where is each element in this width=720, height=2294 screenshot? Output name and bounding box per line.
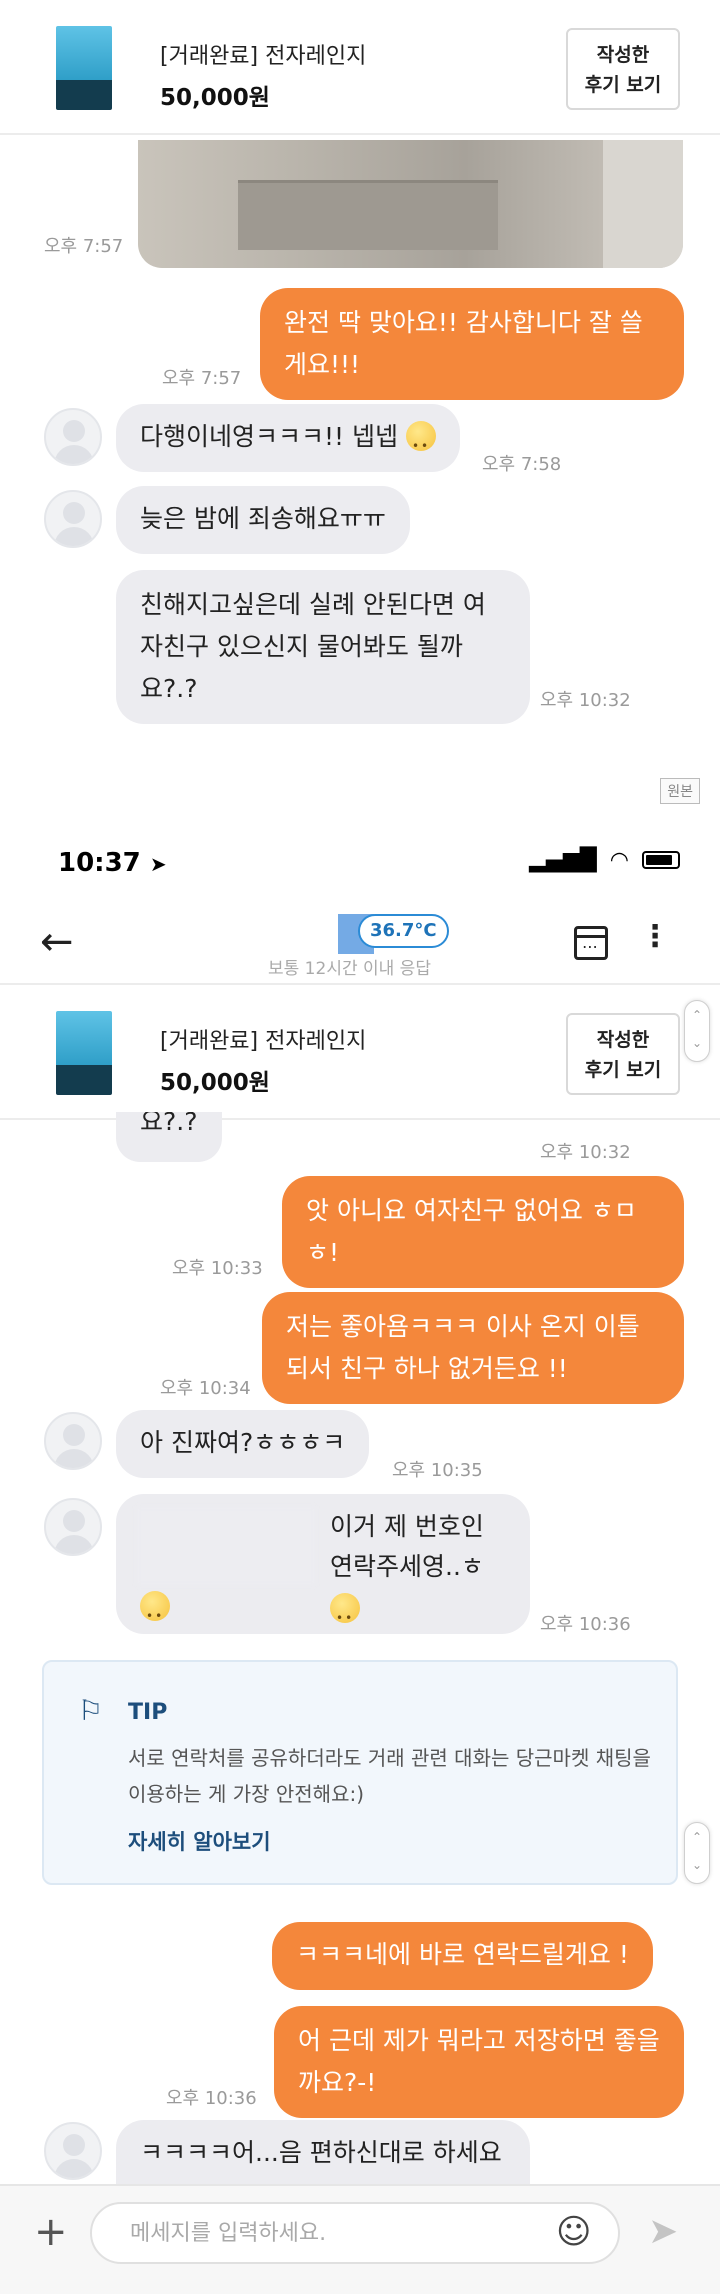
avatar[interactable] (44, 490, 102, 548)
message-time: 오후 10:35 (392, 1460, 483, 1481)
calendar-icon[interactable] (574, 926, 608, 960)
scrollbar-handle[interactable]: ⌃ ⌄ (684, 1822, 710, 1884)
scrollbar-handle[interactable]: ⌃ ⌄ (684, 1000, 710, 1062)
product-title: [거래완료] 전자레인지 (160, 1029, 367, 1054)
pleading-face-icon (405, 421, 436, 467)
message-time: 오후 10:34 (160, 1378, 251, 1399)
more-options-icon[interactable]: ⋮ (640, 922, 670, 952)
received-message[interactable]: 요?.? (116, 1112, 222, 1162)
sent-message[interactable]: ㅋㅋㅋ네에 바로 연락드릴게요 ! (272, 1922, 653, 1990)
back-arrow-icon[interactable]: ← (40, 922, 74, 962)
product-header[interactable]: [거래완료] 전자레인지 50,000원 작성한 후기 보기 (0, 985, 720, 1120)
original-badge: 원본 (660, 778, 700, 804)
received-message[interactable]: 친해지고싶은데 실례 안된다면 여자친구 있으신지 물어봐도 될까요?.? (116, 570, 530, 724)
avatar[interactable] (44, 1412, 102, 1470)
manner-temperature-badge: 36.7°C (358, 914, 449, 948)
shared-photo[interactable] (138, 140, 683, 268)
message-time: 오후 7:58 (482, 454, 562, 475)
tip-title: TIP (128, 1700, 168, 1725)
product-price: 50,000원 (160, 1070, 270, 1096)
status-time: 10:37 ➤ (58, 848, 167, 878)
avatar[interactable] (44, 1498, 102, 1556)
send-icon[interactable]: ➤ (648, 2212, 678, 2252)
message-input[interactable] (90, 2202, 620, 2264)
sent-message[interactable]: 완전 딱 맞아요!! 감사합니다 잘 쓸게요!!! (260, 288, 684, 400)
product-title: [거래완료] 전자레인지 (160, 44, 367, 69)
signal-icon: ▂▄▆█ (529, 848, 597, 873)
message-time: 오후 10:33 (172, 1258, 263, 1279)
blurred-phone-number (136, 1506, 316, 1586)
received-message[interactable]: 아 진짜여?ㅎㅎㅎㅋ (116, 1410, 370, 1478)
review-button-label: 작성한 후기 보기 (584, 44, 662, 96)
response-time-text: 보통 12시간 이내 응답 (268, 959, 431, 979)
received-message[interactable]: 늦은 밤에 죄송해요ㅠㅠ (116, 486, 410, 554)
message-time: 오후 7:57 (162, 368, 242, 389)
plus-icon[interactable]: + (34, 2212, 68, 2252)
review-button[interactable]: 작성한 후기 보기 (566, 1013, 680, 1095)
avatar[interactable] (44, 408, 102, 466)
product-price: 50,000원 (160, 85, 270, 111)
product-thumbnail (56, 1011, 112, 1095)
review-button[interactable]: 작성한 후기 보기 (566, 28, 680, 110)
flag-icon: ⚐ (78, 1694, 104, 1727)
tip-learn-more-link[interactable]: 자세히 알아보기 (128, 1826, 271, 1856)
pleading-face-icon (140, 1591, 170, 1637)
message-time: 오후 10:36 (540, 1614, 631, 1635)
product-header[interactable]: [거래완료] 전자레인지 50,000원 작성한 후기 보기 (0, 0, 720, 135)
emoji-icon[interactable]: ☺ (556, 2214, 591, 2250)
avatar[interactable] (44, 2122, 102, 2180)
message-text: 다행이네영ㅋㅋㅋ!! 넵넵 (140, 422, 398, 451)
message-time: 오후 7:57 (44, 236, 124, 257)
message-input-bar: + ☺ ➤ (0, 2184, 720, 2294)
wifi-icon: ◠ (609, 848, 629, 873)
received-message[interactable]: 다행이네영ㅋㅋㅋ!! 넵넵 (116, 404, 460, 472)
message-time: 오후 10:32 (540, 690, 631, 711)
sent-message[interactable]: 앗 아니요 여자친구 없어요 ㅎㅁㅎ! (282, 1176, 684, 1288)
status-icons: ▂▄▆█ ◠ (529, 848, 680, 873)
message-time: 오후 10:36 (166, 2088, 257, 2109)
location-arrow-icon: ➤ (149, 852, 167, 876)
status-bar: 10:37 ➤ ▂▄▆█ ◠ (0, 830, 720, 900)
pleading-face-icon (330, 1593, 360, 1639)
tip-body: 서로 연락처를 공유하더라도 거래 관련 대화는 당근마켓 채팅을 이용하는 게… (128, 1746, 651, 1806)
sent-message[interactable]: 어 근데 제가 뭐라고 저장하면 좋을까요?-! (274, 2006, 684, 2118)
product-thumbnail (56, 26, 112, 110)
received-message[interactable]: 이거 제 번호인 연락주세영..ㅎ (116, 1494, 530, 1639)
battery-icon (642, 851, 680, 869)
tip-box: ⚐ TIP 서로 연락처를 공유하더라도 거래 관련 대화는 당근마켓 채팅을 … (42, 1660, 678, 1885)
sent-message[interactable]: 저는 좋아욤ㅋㅋㅋ 이사 온지 이틀되서 친구 하나 없거든요 !! (262, 1292, 684, 1404)
received-message[interactable]: ㅋㅋㅋㅋ어...음 편하신대로 하세요 (116, 2120, 530, 2184)
chat-nav-bar: ← 36.7°C 보통 12시간 이내 응답 ⋮ (0, 900, 720, 985)
review-button-label: 작성한 후기 보기 (584, 1029, 662, 1081)
message-time: 오후 10:32 (540, 1142, 631, 1163)
